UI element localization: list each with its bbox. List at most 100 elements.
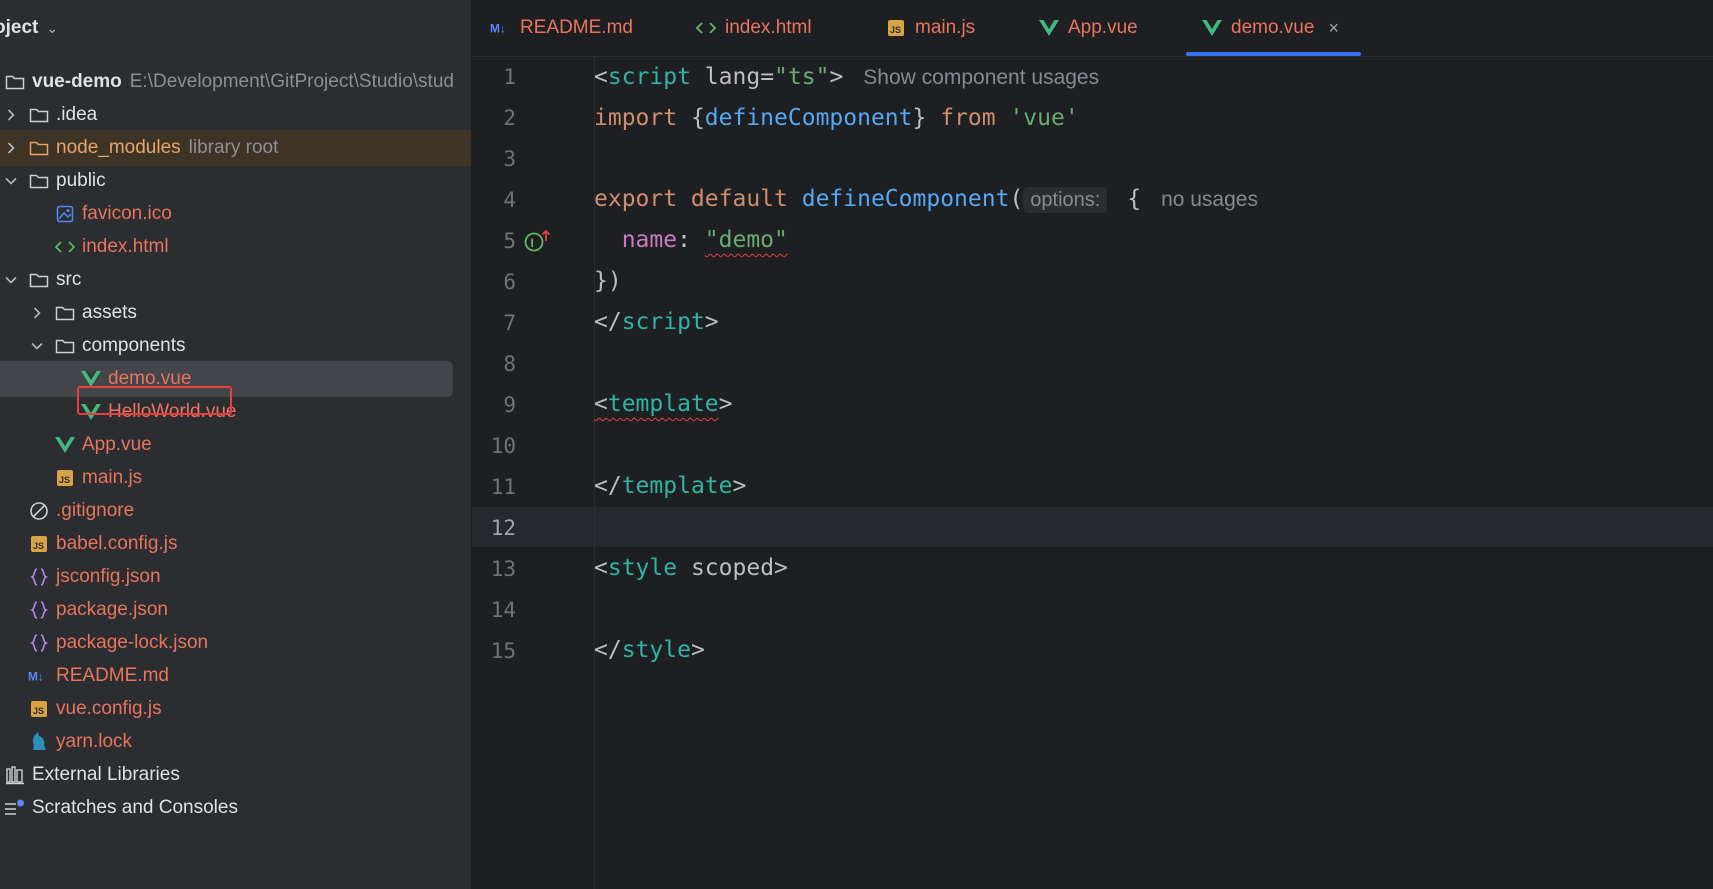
tree-item-src[interactable]: src: [0, 262, 471, 298]
tree-item-vue-config-js[interactable]: JS vue.config.js: [0, 691, 471, 727]
tree-item-label: yarn.lock: [56, 731, 133, 752]
tab-app-vue[interactable]: App.vue: [1038, 0, 1138, 56]
root-name: vue-demo: [32, 71, 122, 92]
tab-label: main.js: [915, 17, 976, 38]
chevron-right-icon[interactable]: [4, 108, 18, 122]
code-line-4[interactable]: export default defineComponent(options: …: [594, 179, 1258, 219]
tree-item-main-js[interactable]: JS main.js: [0, 460, 471, 496]
js-icon: JS: [28, 533, 50, 555]
tab-readme[interactable]: M↓ README.md: [490, 0, 633, 56]
chevron-down-icon[interactable]: [30, 339, 44, 353]
tab-main-js[interactable]: JS main.js: [885, 0, 975, 56]
line-number[interactable]: 5: [472, 221, 516, 261]
line-number[interactable]: 1: [472, 57, 516, 97]
vue-icon: [80, 368, 102, 390]
vue-icon: [1038, 17, 1060, 39]
tab-index-html[interactable]: index.html: [695, 0, 812, 56]
json-icon: [28, 566, 50, 588]
line-number[interactable]: 11: [472, 467, 516, 507]
show-usages-hint[interactable]: Show component usages: [863, 66, 1099, 89]
code-line-13[interactable]: <style scoped>: [594, 548, 788, 588]
tree-item-label: public: [56, 170, 106, 191]
html-icon: [54, 236, 76, 258]
chevron-right-icon[interactable]: [30, 306, 44, 320]
tree-item-label: node_modules: [56, 137, 181, 158]
tree-item-label: vue.config.js: [56, 698, 162, 719]
project-panel: oject ⌄ vue-demo E:\Development\GitProje…: [0, 0, 471, 889]
tree-item-public[interactable]: public: [0, 163, 471, 199]
tree-item-components[interactable]: components: [0, 328, 471, 364]
code-line-7[interactable]: </script>: [594, 302, 719, 342]
tree-item-label: package-lock.json: [56, 632, 209, 653]
implemented-interface-icon[interactable]: I: [524, 228, 552, 252]
folder-icon: [28, 170, 50, 192]
line-number[interactable]: 9: [472, 385, 516, 425]
line-number[interactable]: 14: [472, 590, 516, 630]
folder-icon: [4, 71, 26, 93]
project-title: oject: [0, 17, 39, 38]
line-number[interactable]: 15: [472, 631, 516, 671]
chevron-right-icon[interactable]: [4, 141, 18, 155]
chevron-down-icon[interactable]: [4, 174, 18, 188]
tree-root-vue-demo[interactable]: vue-demo E:\Development\GitProject\Studi…: [4, 64, 471, 100]
line-number[interactable]: 10: [472, 426, 516, 466]
code-line-15[interactable]: </style>: [594, 630, 705, 670]
tree-item-demo-vue[interactable]: demo.vue: [0, 361, 471, 397]
code-line-6[interactable]: }): [594, 261, 622, 301]
line-number[interactable]: 13: [472, 549, 516, 589]
no-usages-hint[interactable]: no usages: [1161, 188, 1258, 211]
tree-item-label: HelloWorld.vue: [108, 401, 237, 422]
tab-demo-vue[interactable]: demo.vue ×: [1186, 0, 1361, 56]
code-line-1[interactable]: <script lang="ts"> Show component usages: [594, 57, 1099, 97]
code-line-9[interactable]: <template>: [594, 384, 733, 424]
html-icon: [695, 17, 717, 39]
line-number[interactable]: 12: [472, 508, 516, 548]
external-libraries-icon: [4, 764, 26, 786]
folder-icon: [28, 137, 50, 159]
tree-item-label: babel.config.js: [56, 533, 178, 554]
tree-item-yarn-lock[interactable]: yarn.lock: [0, 724, 471, 760]
tree-item-label: package.json: [56, 599, 168, 620]
tree-item-label: main.js: [82, 467, 143, 488]
tab-label: demo.vue: [1231, 17, 1315, 38]
tree-item-babel-config-js[interactable]: JS babel.config.js: [0, 526, 471, 562]
line-number[interactable]: 3: [472, 139, 516, 179]
line-number[interactable]: 8: [472, 344, 516, 384]
tree-item-scratches-and-consoles[interactable]: Scratches and Consoles: [0, 790, 471, 826]
tree-item-favicon-ico[interactable]: favicon.ico: [0, 196, 471, 232]
markdown-icon: M↓: [490, 17, 512, 39]
line-number-gutter: 1 2 3 4 5 6 7 8 9 10 11 12 13 14 15: [472, 57, 594, 889]
svg-text:I: I: [531, 236, 534, 250]
js-icon: JS: [54, 467, 76, 489]
tree-item-package-lock-json[interactable]: package-lock.json: [0, 625, 471, 661]
vue-icon: [80, 401, 102, 423]
project-view-selector[interactable]: oject ⌄: [0, 8, 58, 48]
tree-item-package-json[interactable]: package.json: [0, 592, 471, 628]
code-line-5[interactable]: name: "demo": [594, 220, 788, 260]
close-icon[interactable]: ×: [1328, 18, 1339, 39]
chevron-down-icon[interactable]: [4, 273, 18, 287]
svg-text:JS: JS: [890, 25, 901, 35]
code-line-11[interactable]: </template>: [594, 466, 746, 506]
tree-item-label: App.vue: [82, 434, 152, 455]
tree-item-node-modules[interactable]: node_modules library root: [0, 130, 471, 166]
line-number[interactable]: 7: [472, 303, 516, 343]
tree-item-jsconfig-json[interactable]: jsconfig.json: [0, 559, 471, 595]
tree-item-label: assets: [82, 302, 137, 323]
line-number[interactable]: 6: [472, 262, 516, 302]
svg-text:M↓: M↓: [490, 22, 506, 36]
tree-item-gitignore[interactable]: .gitignore: [0, 493, 471, 529]
tree-item-idea[interactable]: .idea: [0, 97, 471, 133]
code-line-2[interactable]: import {defineComponent} from 'vue': [594, 98, 1079, 138]
line-number[interactable]: 4: [472, 180, 516, 220]
tree-item-app-vue[interactable]: App.vue: [0, 427, 471, 463]
selection-background: [0, 361, 453, 397]
line-number[interactable]: 2: [472, 98, 516, 138]
tree-item-label: README.md: [56, 665, 169, 686]
vue-icon: [54, 434, 76, 456]
tree-item-index-html[interactable]: index.html: [0, 229, 471, 265]
tree-item-assets[interactable]: assets: [0, 295, 471, 331]
tree-item-helloworld-vue[interactable]: HelloWorld.vue: [0, 394, 471, 430]
tree-item-external-libraries[interactable]: External Libraries: [0, 757, 471, 793]
tree-item-readme-md[interactable]: M↓ README.md: [0, 658, 471, 694]
